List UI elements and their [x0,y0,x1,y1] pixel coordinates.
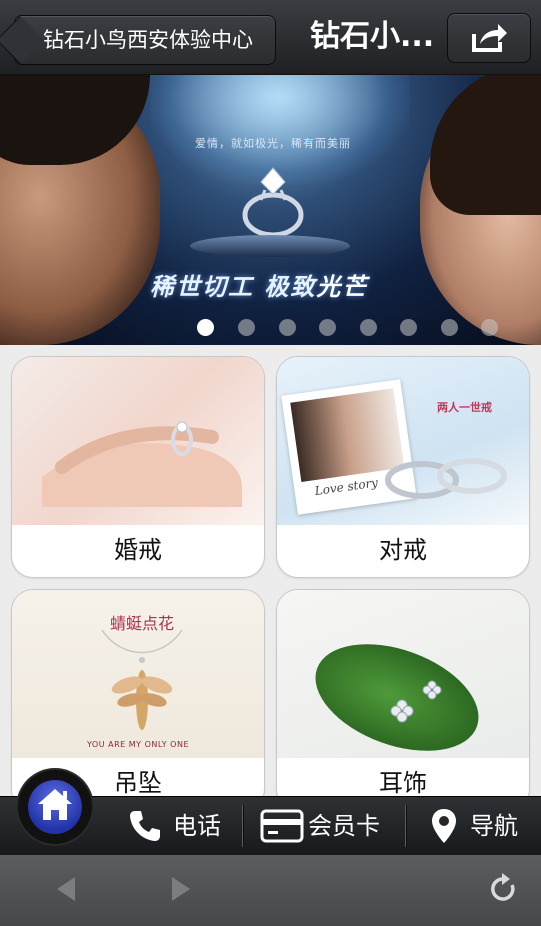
arrow-left-icon[interactable] [55,875,77,903]
couple-rings-image [385,458,507,499]
member-card-label: 会员卡 [308,812,380,840]
home-button[interactable] [18,770,92,844]
banner-slogan-part1: 稀世切工 极致 [150,273,317,301]
category-label: 对戒 [379,536,427,564]
wedding-ring-image [12,357,264,525]
category-card-earring[interactable]: 耳饰 [276,589,530,811]
home-icon [38,789,72,820]
back-button-label: 钻石小鸟西安体验中心 [43,28,253,52]
promo-banner[interactable]: 爱情，就如极光，稀有而美丽 稀世切工 极致光芒 [0,75,541,345]
couple-ring-image: Love story 两人一世戒 [277,357,529,525]
diamond-ring-image [242,167,304,238]
browser-toolbar [0,855,541,926]
carousel-dot[interactable] [481,319,498,336]
phone-button[interactable]: 电话 [128,797,233,855]
carousel-dot[interactable] [279,319,296,336]
ring-pedestal [190,235,350,257]
navigation-button[interactable]: 导航 [430,797,530,855]
hand-with-ring-image [42,421,242,507]
carousel-dot[interactable] [360,319,377,336]
couple-ring-title: 两人一世戒 [437,401,492,414]
member-card-button[interactable]: 会员卡 [260,797,395,855]
arrow-right-icon[interactable] [170,875,192,903]
banner-woman-hair [430,75,541,215]
pendant-caption: YOU ARE MY ONLY ONE [86,740,190,749]
navigation-label: 导航 [470,812,518,840]
carousel-dot[interactable] [238,319,255,336]
phone-icon [130,811,160,841]
carousel-dot[interactable] [441,319,458,336]
earring-image [277,590,529,772]
back-button[interactable]: 钻石小鸟西安体验中心 [14,15,276,65]
refresh-icon[interactable] [488,873,518,905]
dragonfly-pendant-image [101,630,183,730]
top-bar: 钻石小鸟西安体验中心 钻石小... [0,0,541,75]
banner-slogan-part2: 光芒 [316,273,369,301]
category-label: 婚戒 [114,536,162,564]
nav-divider [242,805,243,847]
share-button[interactable] [447,13,531,63]
nav-divider [405,805,406,847]
location-pin-icon [432,809,456,843]
carousel-dot[interactable] [197,319,214,336]
banner-tagline: 爱情，就如极光，稀有而美丽 [195,137,351,150]
pendant-image: 蜻蜓点花 YOU ARE MY ONLY ONE [12,590,264,758]
share-icon [472,24,507,52]
page-title: 钻石小... [310,19,435,54]
category-card-couple-ring[interactable]: Love story 两人一世戒 对戒 [276,356,530,578]
carousel-dot[interactable] [400,319,417,336]
earrings-image [390,680,442,723]
card-icon [260,809,304,843]
phone-label: 电话 [173,812,221,840]
category-card-wedding-ring[interactable]: 婚戒 [11,356,265,578]
carousel-dot[interactable] [319,319,336,336]
banner-slogan: 稀世切工 极致光芒 [150,267,368,302]
